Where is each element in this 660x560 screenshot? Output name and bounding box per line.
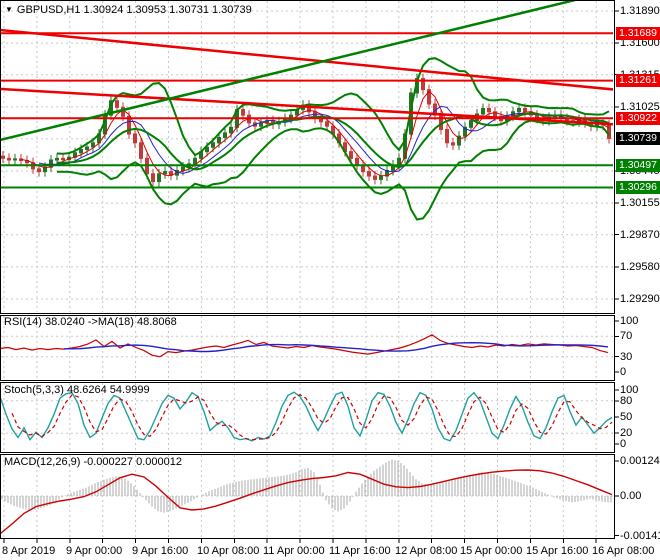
price-tick-label: 1.31890: [620, 5, 660, 17]
price-level-badge: 1.30922: [616, 112, 660, 125]
time-axis-label: 16 Apr 08:00: [592, 545, 654, 557]
macd-tick-label: 0.00: [620, 490, 641, 502]
time-axis-label: 8 Apr 2019: [2, 545, 55, 557]
main-pane: [0, 0, 660, 312]
rsi-tick-label: 70: [620, 330, 632, 342]
symbol-dropdown-icon[interactable]: ▼: [5, 5, 13, 14]
price-tick-label: 1.29870: [620, 229, 660, 241]
price-level-badge: 1.30497: [616, 159, 660, 172]
price-level-badge: 1.31689: [616, 27, 660, 40]
macd-tick-label: -0.001414: [620, 530, 660, 542]
current-price-badge: 1.30739: [616, 132, 660, 145]
time-axis-label: 15 Apr 00:00: [460, 545, 522, 557]
price-level-badge: 1.31261: [616, 74, 660, 87]
trading-chart-window: ▼ GBPUSD,H1 1.30924 1.30953 1.30731 1.307…: [0, 0, 660, 560]
rsi-tick-label: 30: [620, 351, 632, 363]
price-level-badge: 1.30296: [616, 181, 660, 194]
time-axis-label: 12 Apr 08:00: [395, 545, 457, 557]
chart-title: ▼ GBPUSD,H1 1.30924 1.30953 1.30731 1.307…: [5, 4, 252, 16]
price-chart-canvas[interactable]: [0, 0, 660, 560]
stoch-pane-label: Stoch(5,3,3) 48.6264 54.9999: [4, 384, 150, 396]
stoch-tick-label: 50: [620, 411, 632, 423]
time-axis-label: 9 Apr 00:00: [66, 545, 122, 557]
price-tick-label: 1.29580: [620, 261, 660, 273]
stoch-tick-label: 0: [620, 438, 626, 450]
chart-title-text: GBPUSD,H1 1.30924 1.30953 1.30731 1.3073…: [17, 4, 252, 16]
macd-pane-label: MACD(12,26,9) -0.000227 0.000012: [4, 456, 182, 468]
time-axis-label: 10 Apr 08:00: [197, 545, 259, 557]
macd-tick-label: 0.001249: [620, 455, 660, 467]
rsi-tick-label: 100: [620, 315, 638, 327]
time-axis-label: 9 Apr 16:00: [132, 545, 188, 557]
time-axis-label: 15 Apr 16:00: [526, 545, 588, 557]
stoch-tick-label: 80: [620, 395, 632, 407]
rsi-tick-label: 0: [620, 366, 626, 378]
price-tick-label: 1.30155: [620, 197, 660, 209]
time-axis-label: 11 Apr 16:00: [329, 545, 391, 557]
price-tick-label: 1.29290: [620, 293, 660, 305]
time-axis-label: 11 Apr 00:00: [263, 545, 325, 557]
rsi-pane-label: RSI(14) 38.0240 ->MA(18) 48.8068: [4, 316, 177, 328]
